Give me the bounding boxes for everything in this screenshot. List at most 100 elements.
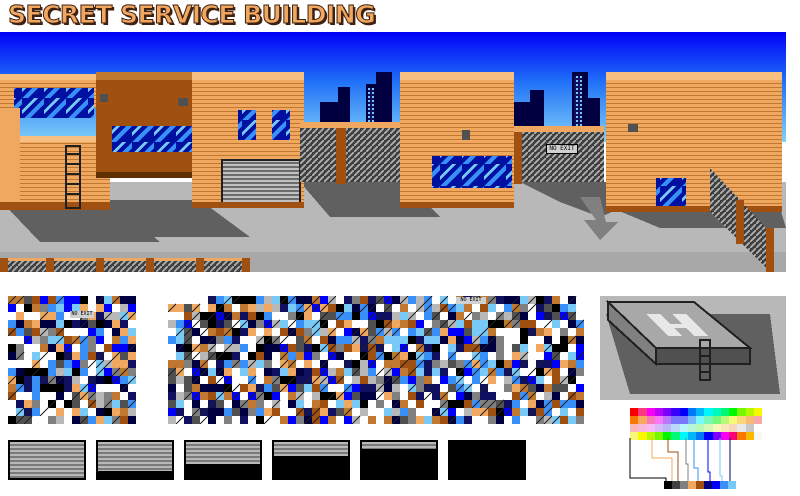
- tile: [112, 392, 120, 400]
- tile: [544, 336, 552, 344]
- tile: [456, 360, 464, 368]
- tile: [128, 336, 136, 344]
- tile: [24, 320, 32, 328]
- tile: [520, 336, 528, 344]
- tile: [280, 376, 288, 384]
- building-left: [0, 74, 110, 210]
- tile: [304, 312, 312, 320]
- tile: [416, 328, 424, 336]
- tile: [344, 368, 352, 376]
- tile: [408, 376, 416, 384]
- tile: [392, 392, 400, 400]
- tile: [264, 304, 272, 312]
- tile: [544, 296, 552, 304]
- tile: [224, 416, 232, 424]
- tile: [344, 392, 352, 400]
- tile: [576, 336, 584, 344]
- palette-swatch: [696, 424, 705, 432]
- tile: [240, 416, 248, 424]
- tile: [480, 312, 488, 320]
- tile: [368, 384, 376, 392]
- palette-swatch: [687, 408, 696, 416]
- tile: [56, 352, 64, 360]
- tile: [176, 320, 184, 328]
- palette-swatch: [753, 416, 762, 424]
- tile: [272, 304, 280, 312]
- tile: [176, 352, 184, 360]
- tile: [104, 320, 112, 328]
- tile: [120, 392, 128, 400]
- tile: [432, 344, 440, 352]
- tile: [240, 328, 248, 336]
- tile: [240, 312, 248, 320]
- tile: [448, 400, 456, 408]
- tile: [96, 392, 104, 400]
- tile: [272, 344, 280, 352]
- tile: [400, 312, 408, 320]
- tile: [288, 416, 296, 424]
- tile: [168, 312, 176, 320]
- tile: [472, 328, 480, 336]
- tile: [264, 312, 272, 320]
- tile: [424, 312, 432, 320]
- tile: [64, 320, 72, 328]
- tile: [320, 296, 328, 304]
- tile: [448, 360, 456, 368]
- tile: [240, 360, 248, 368]
- tile: [64, 328, 72, 336]
- palette-swatch: [729, 424, 738, 432]
- tile: [240, 344, 248, 352]
- palette-swatch: [679, 416, 688, 424]
- tile: [552, 320, 560, 328]
- tile: [432, 384, 440, 392]
- tile: [272, 368, 280, 376]
- tile: [576, 376, 584, 384]
- tile: [416, 320, 424, 328]
- tile: [432, 336, 440, 344]
- tile: [120, 416, 128, 424]
- tile: [360, 336, 368, 344]
- tile: [216, 408, 224, 416]
- tile: [280, 320, 288, 328]
- shutter-opening: [98, 470, 172, 478]
- tile: [96, 328, 104, 336]
- tile: [464, 352, 472, 360]
- tile: [408, 408, 416, 416]
- tile: [520, 304, 528, 312]
- tile: [512, 416, 520, 424]
- no-exit-sign-tile-2: NO EXIT: [456, 297, 486, 304]
- tile: [392, 312, 400, 320]
- tile: [408, 328, 416, 336]
- tile: [232, 400, 240, 408]
- tile: [488, 392, 496, 400]
- tile: [88, 336, 96, 344]
- tile: [504, 400, 512, 408]
- no-exit-sign-text: NO EXIT: [549, 145, 575, 152]
- tile: [264, 392, 272, 400]
- tile: [72, 352, 80, 360]
- tile: [264, 384, 272, 392]
- tile: [48, 416, 56, 424]
- tile: [104, 296, 112, 304]
- tile: [288, 368, 296, 376]
- tile: [384, 416, 392, 424]
- tile: [120, 336, 128, 344]
- palette-swatch: [720, 408, 729, 416]
- tile: [416, 312, 424, 320]
- tile: [112, 328, 120, 336]
- tile: [32, 328, 40, 336]
- tile: [24, 400, 32, 408]
- tile: [232, 328, 240, 336]
- tile: [552, 368, 560, 376]
- tile: [56, 384, 64, 392]
- tile: [440, 328, 448, 336]
- tile: [440, 360, 448, 368]
- tile: [56, 368, 64, 376]
- tile: [280, 328, 288, 336]
- tile: [472, 376, 480, 384]
- tile: [216, 384, 224, 392]
- tile: [224, 360, 232, 368]
- palette-swatch: [737, 416, 746, 424]
- tile: [344, 312, 352, 320]
- tile: [64, 384, 72, 392]
